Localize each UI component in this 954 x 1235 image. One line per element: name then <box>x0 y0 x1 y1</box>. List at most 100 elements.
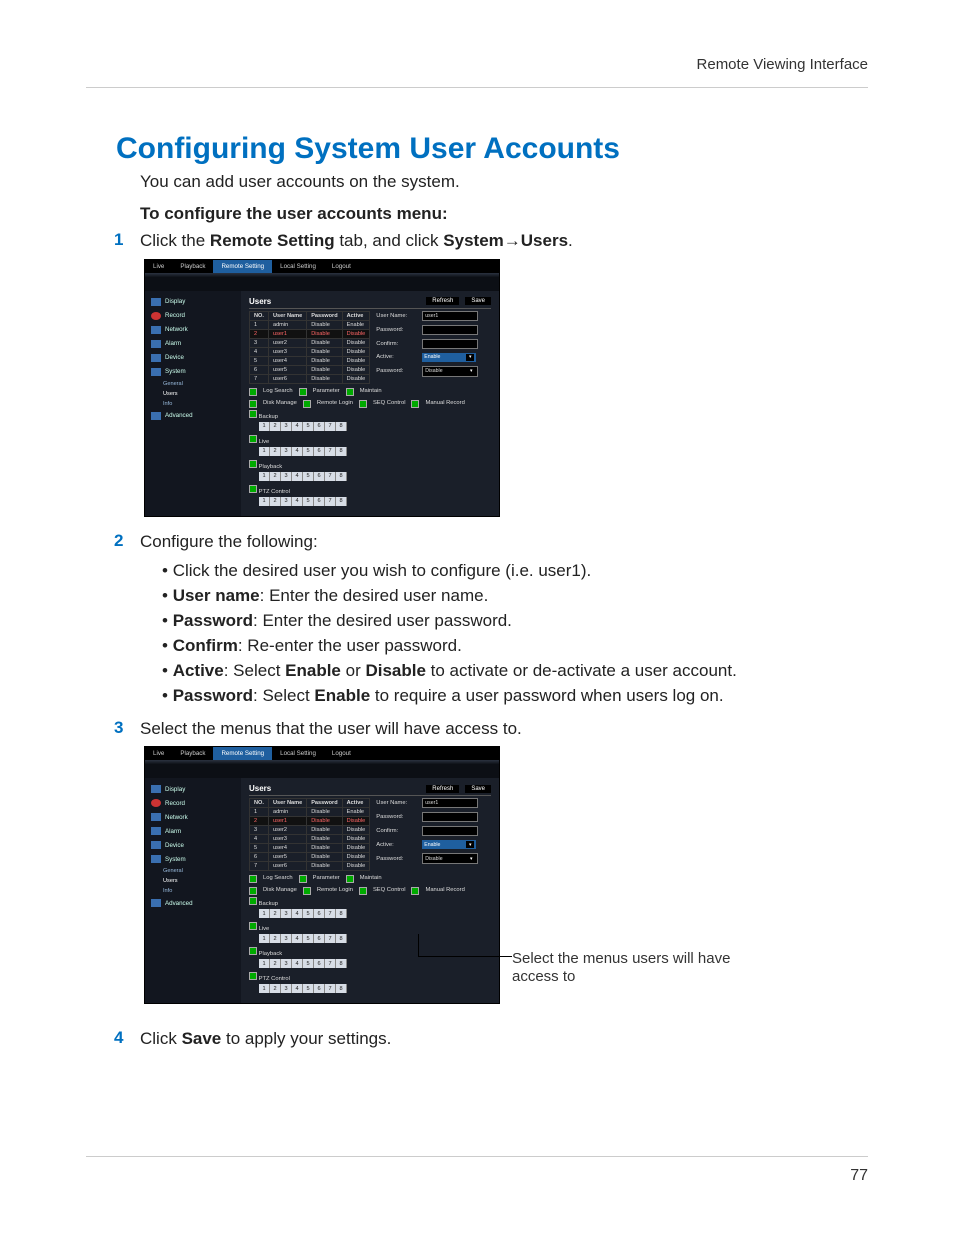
sidebar-item-display[interactable]: Display <box>145 782 241 796</box>
checkbox-icon[interactable] <box>249 887 257 895</box>
users-table: NO.User NamePasswordActive 1adminDisable… <box>249 798 370 871</box>
checkbox-icon[interactable] <box>249 400 257 408</box>
checkbox-icon[interactable] <box>249 410 257 418</box>
username-input[interactable]: user1 <box>422 311 478 321</box>
checkbox-icon[interactable] <box>346 875 354 883</box>
sidebar-sub-general[interactable]: General <box>163 866 241 876</box>
sidebar-item-alarm[interactable]: Alarm <box>145 337 241 351</box>
tab-live[interactable]: Live <box>145 260 172 273</box>
tab-playback[interactable]: Playback <box>172 747 213 760</box>
username-input[interactable]: user1 <box>422 798 478 808</box>
checkbox-icon[interactable] <box>411 400 419 408</box>
save-button[interactable]: Save <box>465 785 491 793</box>
channel-grid[interactable]: 12345678 <box>259 472 491 481</box>
sidebar-item-network[interactable]: Network <box>145 810 241 824</box>
step-4-text: Click Save to apply your settings. <box>140 1028 391 1051</box>
checkbox-icon[interactable] <box>249 875 257 883</box>
sidebar-item-system[interactable]: System <box>145 365 241 379</box>
sidebar-item-device[interactable]: Device <box>145 351 241 365</box>
checkbox-icon[interactable] <box>249 388 257 396</box>
table-row[interactable]: 7user6DisableDisable <box>250 374 370 383</box>
tab-live[interactable]: Live <box>145 747 172 760</box>
sidebar-sub-info[interactable]: Info <box>163 886 241 896</box>
checkbox-icon[interactable] <box>359 887 367 895</box>
channel-grid[interactable]: 12345678 <box>259 447 491 456</box>
password-select[interactable]: Disable▾ <box>422 853 478 864</box>
active-select[interactable]: Enable▾ <box>422 840 476 849</box>
sidebar-item-record[interactable]: Record <box>145 796 241 810</box>
password-select[interactable]: Disable▾ <box>422 366 478 377</box>
channel-grid[interactable]: 12345678 <box>259 959 491 968</box>
table-row[interactable]: 6user5DisableDisable <box>250 365 370 374</box>
checkbox-icon[interactable] <box>249 485 257 493</box>
checkbox-icon[interactable] <box>249 435 257 443</box>
checkbox-icon[interactable] <box>299 388 307 396</box>
table-row[interactable]: 6user5DisableDisable <box>250 853 370 862</box>
tab-logout[interactable]: Logout <box>324 747 359 760</box>
sidebar-item-display[interactable]: Display <box>145 295 241 309</box>
sidebar-sub-users[interactable]: Users <box>163 876 241 886</box>
sidebar-item-advanced[interactable]: Advanced <box>145 896 241 910</box>
password-input[interactable] <box>422 325 478 335</box>
system-icon <box>151 855 161 863</box>
checkbox-icon[interactable] <box>359 400 367 408</box>
panel-title: Users <box>249 784 271 793</box>
step-1-text: Click the Remote Setting tab, and click … <box>140 230 573 253</box>
footer-rule <box>86 1156 868 1157</box>
save-button[interactable]: Save <box>465 297 491 305</box>
sidebar-item-system[interactable]: System <box>145 852 241 866</box>
alarm-icon <box>151 340 161 348</box>
channel-grid[interactable]: 12345678 <box>259 422 491 431</box>
checkbox-icon[interactable] <box>411 887 419 895</box>
sidebar-item-device[interactable]: Device <box>145 838 241 852</box>
sidebar-item-record[interactable]: Record <box>145 309 241 323</box>
checkbox-icon[interactable] <box>249 947 257 955</box>
checkbox-icon[interactable] <box>303 400 311 408</box>
sidebar-item-advanced[interactable]: Advanced <box>145 409 241 423</box>
tab-local-setting[interactable]: Local Setting <box>272 747 324 760</box>
active-select[interactable]: Enable▾ <box>422 353 476 362</box>
tab-local-setting[interactable]: Local Setting <box>272 260 324 273</box>
tab-playback[interactable]: Playback <box>172 260 213 273</box>
sidebar-sub-general[interactable]: General <box>163 379 241 389</box>
checkbox-icon[interactable] <box>346 388 354 396</box>
table-row[interactable]: 2user1DisableDisable <box>250 329 370 338</box>
checkbox-icon[interactable] <box>299 875 307 883</box>
tab-logout[interactable]: Logout <box>324 260 359 273</box>
confirm-input[interactable] <box>422 826 478 836</box>
table-row[interactable]: 2user1DisableDisable <box>250 817 370 826</box>
label-password: Password: <box>376 327 418 333</box>
tab-remote-setting[interactable]: Remote Setting <box>213 747 272 760</box>
table-row[interactable]: 7user6DisableDisable <box>250 862 370 871</box>
confirm-input[interactable] <box>422 339 478 349</box>
sidebar-item-alarm[interactable]: Alarm <box>145 824 241 838</box>
screenshot-2: Live Playback Remote Setting Local Setti… <box>144 746 500 1004</box>
checkbox-icon[interactable] <box>249 972 257 980</box>
table-row[interactable]: 1adminDisableEnable <box>250 320 370 329</box>
checkbox-icon[interactable] <box>249 460 257 468</box>
checkbox-icon[interactable] <box>303 887 311 895</box>
step-3-text: Select the menus that the user will have… <box>140 718 522 741</box>
refresh-button[interactable]: Refresh <box>426 785 459 793</box>
sidebar-item-network[interactable]: Network <box>145 323 241 337</box>
table-row[interactable]: 1adminDisableEnable <box>250 808 370 817</box>
channel-grid[interactable]: 12345678 <box>259 984 491 993</box>
sidebar-sub-info[interactable]: Info <box>163 399 241 409</box>
tab-remote-setting[interactable]: Remote Setting <box>213 260 272 273</box>
chevron-down-icon: ▾ <box>467 855 475 862</box>
table-row[interactable]: 3user2DisableDisable <box>250 338 370 347</box>
channel-grid[interactable]: 12345678 <box>259 497 491 506</box>
checkbox-icon[interactable] <box>249 897 257 905</box>
table-row[interactable]: 5user4DisableDisable <box>250 356 370 365</box>
table-row[interactable]: 4user3DisableDisable <box>250 347 370 356</box>
password-input[interactable] <box>422 812 478 822</box>
channel-grid[interactable]: 12345678 <box>259 909 491 918</box>
channel-grid[interactable]: 12345678 <box>259 934 491 943</box>
table-row[interactable]: 5user4DisableDisable <box>250 844 370 853</box>
checkbox-icon[interactable] <box>249 922 257 930</box>
refresh-button[interactable]: Refresh <box>426 297 459 305</box>
alarm-icon <box>151 827 161 835</box>
sidebar-sub-users[interactable]: Users <box>163 389 241 399</box>
table-row[interactable]: 3user2DisableDisable <box>250 826 370 835</box>
table-row[interactable]: 4user3DisableDisable <box>250 835 370 844</box>
